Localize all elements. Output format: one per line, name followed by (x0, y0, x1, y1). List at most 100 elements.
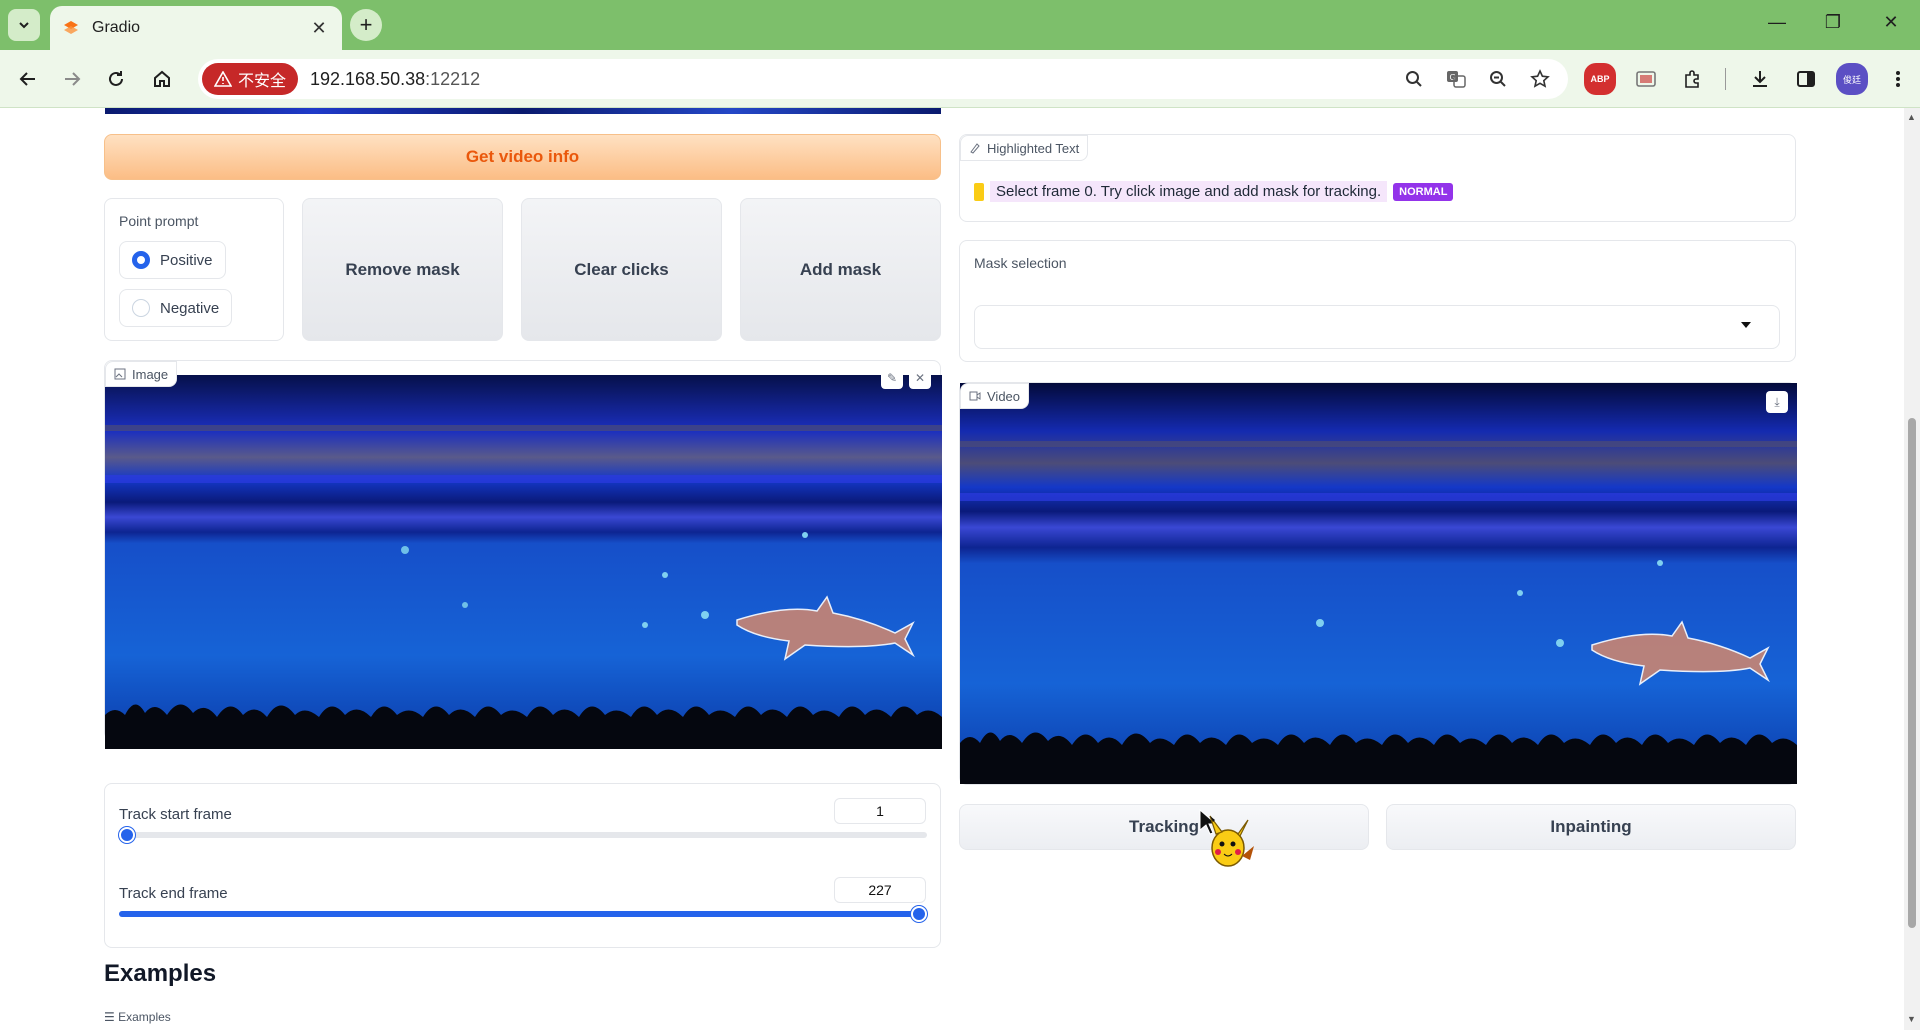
dropdown-caret-icon (1741, 322, 1751, 328)
search-icon[interactable] (1400, 65, 1428, 93)
image-icon (114, 368, 126, 380)
minimize-icon[interactable]: — (1762, 12, 1792, 33)
examples-chip: ☰ Examples (104, 1010, 171, 1024)
image-block: Image ✎ ✕ (104, 360, 942, 749)
chevron-down-icon (19, 22, 29, 29)
browser-tab-bar: Gradio ✕ + — ❐ ✕ (0, 0, 1920, 50)
mask-selection-label: Mask selection (974, 255, 1067, 271)
point-prompt-block: Point prompt Positive Negative (104, 198, 284, 341)
close-window-icon[interactable]: ✕ (1876, 12, 1906, 33)
track-end-thumb[interactable] (911, 906, 927, 922)
highlight-message: Select frame 0. Try click image and add … (990, 181, 1388, 202)
radio-positive[interactable]: Positive (119, 241, 226, 279)
tracking-button[interactable]: Tracking (959, 804, 1369, 850)
profile-label: 俊廷 (1836, 63, 1868, 95)
mask-selection-block: Mask selection (959, 240, 1796, 362)
scroll-down-icon[interactable]: ▼ (1907, 1014, 1916, 1024)
browser-toolbar: 不安全 192.168.50.38:12212 G ABP 俊廷 (0, 50, 1920, 108)
track-end-fill (119, 911, 919, 917)
add-mask-button[interactable]: Add mask (740, 198, 941, 341)
image-label-chip: Image (105, 361, 178, 387)
mask-selection-dropdown[interactable] (974, 305, 1780, 349)
zoom-out-icon[interactable] (1484, 65, 1512, 93)
side-panel-icon[interactable] (1790, 63, 1822, 95)
forward-button[interactable] (56, 63, 88, 95)
get-video-info-button[interactable]: Get video info (104, 134, 941, 180)
cast-icon[interactable] (1630, 63, 1662, 95)
download-icon[interactable] (1744, 63, 1776, 95)
back-button[interactable] (12, 63, 44, 95)
extensions-puzzle-icon[interactable] (1676, 63, 1708, 95)
highlight-badge: NORMAL (1393, 182, 1454, 201)
scroll-up-icon[interactable]: ▲ (1907, 112, 1916, 122)
abp-label: ABP (1584, 63, 1616, 95)
track-frames-block: Track start frame 1 Track end frame 227 (104, 783, 941, 948)
highlight-row: Select frame 0. Try click image and add … (974, 181, 1454, 202)
remove-mask-button[interactable]: Remove mask (302, 198, 503, 341)
video-icon (969, 391, 981, 401)
highlighted-text-label: Highlighted Text (987, 140, 1080, 156)
arrow-right-icon (65, 72, 81, 86)
track-end-slider[interactable] (119, 906, 927, 922)
arrow-left-icon (19, 72, 35, 86)
mouse-cursor (1198, 808, 1258, 872)
aquarium-video-frame (960, 383, 1797, 784)
highlight-marker (974, 182, 984, 201)
reload-icon (109, 71, 123, 86)
track-start-input[interactable]: 1 (834, 798, 926, 824)
address-bar[interactable]: 不安全 192.168.50.38:12212 G (198, 59, 1568, 99)
clear-clicks-button[interactable]: Clear clicks (521, 198, 722, 341)
security-indicator[interactable]: 不安全 (202, 63, 299, 95)
point-prompt-label: Point prompt (119, 213, 199, 229)
translate-icon[interactable]: G (1442, 65, 1470, 93)
insecure-label: 不安全 (238, 73, 287, 90)
track-end-label: Track end frame (119, 885, 228, 902)
highlighted-text-block: Highlighted Text Select frame 0. Try cli… (959, 134, 1796, 222)
edit-image-icon[interactable]: ✎ (881, 367, 903, 389)
radio-negative[interactable]: Negative (119, 289, 233, 327)
video-block: Video ⤓ (959, 382, 1797, 785)
restore-icon[interactable]: ❐ (1818, 12, 1848, 33)
clear-image-icon[interactable]: ✕ (909, 367, 931, 389)
profile-avatar[interactable]: 俊廷 (1836, 63, 1868, 95)
examples-heading: Examples (104, 960, 217, 987)
track-start-thumb[interactable] (119, 827, 135, 843)
tab-title: Gradio (92, 19, 141, 36)
radio-negative-label: Negative (160, 299, 220, 317)
gradio-favicon-icon (64, 21, 78, 34)
toolbar-divider (1722, 63, 1730, 95)
scrollbar-thumb[interactable] (1908, 418, 1916, 928)
cursor-mascot-icon (1199, 808, 1254, 867)
home-button[interactable] (146, 63, 178, 95)
new-tab-button[interactable]: + (350, 9, 382, 41)
warning-icon (214, 71, 232, 87)
track-start-label: Track start frame (119, 806, 232, 823)
video-player[interactable] (960, 383, 1797, 784)
tab-search-button[interactable] (8, 9, 40, 41)
bookmark-star-icon[interactable] (1526, 65, 1554, 93)
page-scrollbar[interactable]: ▲ ▼ (1904, 108, 1920, 1030)
aquarium-frame-image (105, 375, 942, 749)
download-video-icon[interactable]: ⤓ (1766, 391, 1788, 413)
close-tab-icon[interactable]: ✕ (308, 18, 330, 39)
image-label: Image (132, 366, 169, 382)
image-canvas[interactable] (105, 375, 942, 749)
track-start-slider[interactable] (119, 827, 927, 843)
radio-positive-label: Positive (160, 251, 213, 269)
inpainting-button[interactable]: Inpainting (1386, 804, 1796, 850)
previous-video-strip (105, 108, 941, 114)
browser-tab-gradio[interactable]: Gradio ✕ (50, 6, 342, 50)
highlight-icon (970, 143, 980, 154)
radio-positive-indicator (132, 251, 150, 269)
highlighted-text-label-chip: Highlighted Text (960, 135, 1089, 161)
gradio-page: Get video info Point prompt Positive Neg… (0, 108, 1904, 1030)
more-menu-icon[interactable] (1882, 63, 1914, 95)
radio-negative-indicator (132, 299, 150, 317)
reload-button[interactable] (100, 63, 132, 95)
track-end-input[interactable]: 227 (834, 877, 926, 903)
examples-chip-label: Examples (118, 1010, 171, 1024)
url-host: 192.168.50.38 (310, 68, 426, 89)
adblock-plus-icon[interactable]: ABP (1584, 63, 1616, 95)
home-icon (154, 70, 170, 87)
video-label: Video (987, 388, 1021, 404)
